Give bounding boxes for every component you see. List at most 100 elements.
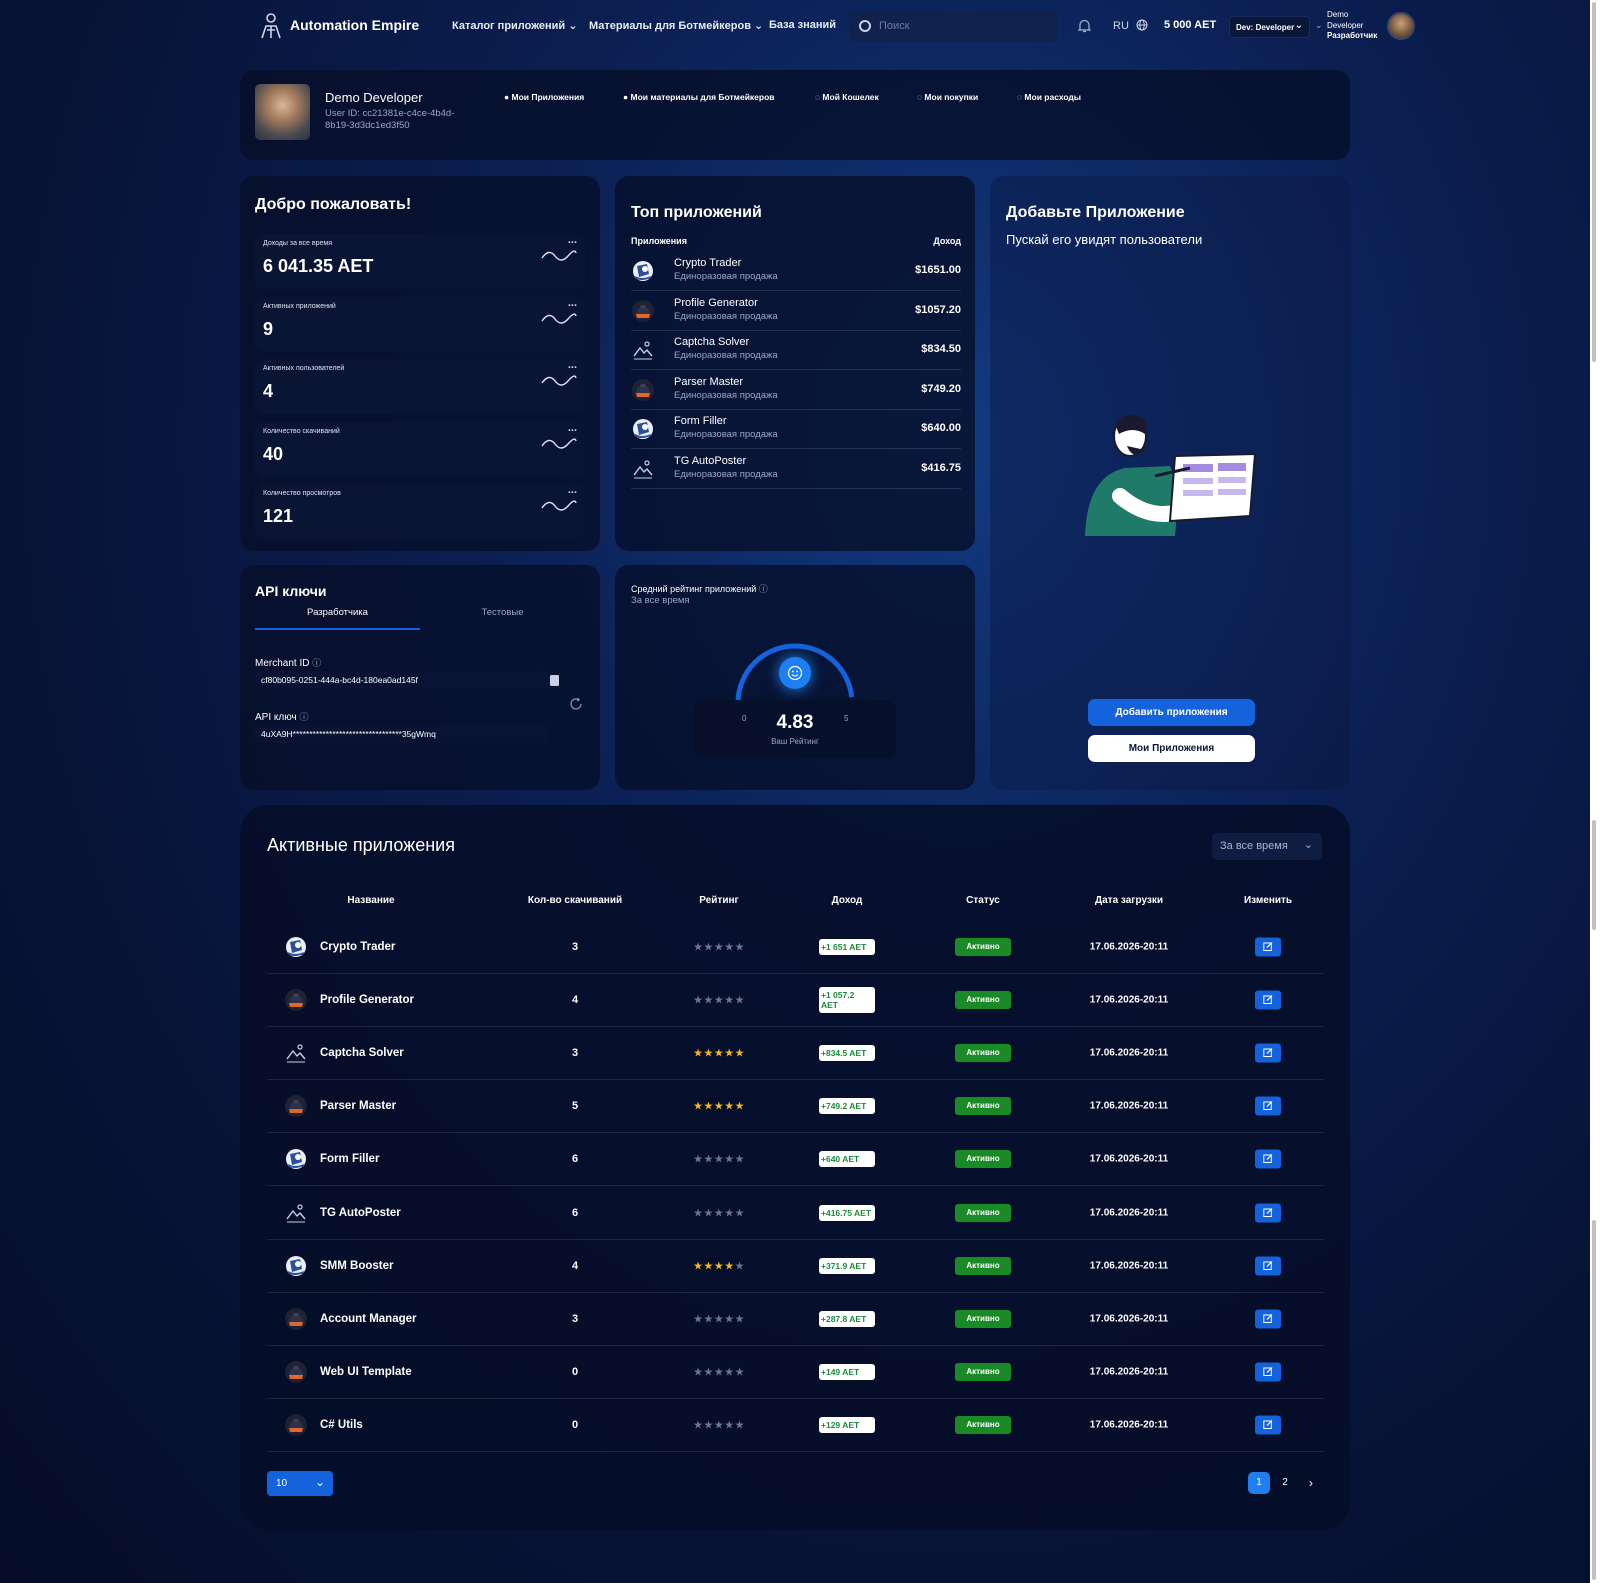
dev-mode-select[interactable]: Dev: Developer ⌄ [1229,16,1310,38]
edit-button[interactable] [1255,1096,1281,1116]
top-apps-panel: Топ приложений Приложения Доход Crypto T… [615,176,975,551]
table-row[interactable]: SMM Booster 4 ★★★★★ +371.9 AET Активно 17.06.… [267,1240,1324,1293]
merchant-id-field[interactable]: cf80b095-0251-444a-bc4d-180ea0ad145f [255,671,550,689]
copy-icon[interactable] [549,674,560,687]
top-app-income: $749.20 [921,382,961,395]
chevron-down-icon[interactable]: ⌄ [1315,20,1323,31]
stat-label: Количество просмотров [263,490,341,497]
next-page-icon[interactable]: › [1304,1472,1318,1494]
income-badge: +834.5 AET [819,1045,875,1062]
download-count: 3 [571,941,579,953]
edit-icon [1263,1048,1273,1058]
top-app-row[interactable]: Profile Generator Единоразовая продажа $10… [631,292,961,331]
top-app-row[interactable]: TG AutoPoster Единоразовая продажа $416.75 [631,450,961,489]
status-badge: Активно [955,938,1011,956]
edit-button[interactable] [1255,990,1281,1010]
app-name: Web UI Template [320,1365,412,1378]
scrollbar[interactable] [1590,0,1600,1583]
status-badge: Активно [955,1309,1011,1328]
brand-name[interactable]: Automation Empire [290,17,419,33]
user-menu[interactable]: Demo Developer Разработчик [1327,10,1377,42]
table-row[interactable]: Web UI Template 0 ★★★★★ +149 AET Активно 17.0… [267,1346,1324,1399]
add-app-button[interactable]: Добавить приложения [1088,699,1255,726]
stat-label: Активных пользователей [263,365,345,372]
table-row[interactable]: Account Manager 3 ★★★★★ +287.8 AET Активно 17… [267,1293,1324,1346]
edit-button[interactable] [1255,1256,1281,1276]
more-options-icon[interactable]: ... [568,484,577,496]
my-apps-button[interactable]: Мои Приложения [1088,735,1255,762]
edit-button[interactable] [1255,1415,1281,1435]
stat-card: Количество просмотров 121... [255,484,585,539]
edit-button[interactable] [1255,1043,1281,1063]
api-keys-panel: API ключи Разработчика Тестовые Merchant… [240,565,600,790]
search-icon [859,20,871,32]
more-options-icon[interactable]: ... [568,297,577,309]
tab-my-purchases[interactable]: ◌ Мои покупки [917,92,978,102]
page-size-select[interactable]: 10 ⌄ [267,1471,333,1496]
tab-test[interactable]: Тестовые [420,607,585,630]
upload-date: 17.06.2026-20:11 [1089,1100,1169,1112]
status-badge: Активно [955,1044,1011,1063]
api-key-field[interactable]: 4uXA9H*********************************3… [255,725,550,743]
income-badge: +129 AET [819,1416,875,1433]
upload-date: 17.06.2026-20:11 [1089,1207,1169,1218]
page-button-2[interactable]: 2 [1277,1472,1293,1494]
income-badge: +640 AET [819,1151,875,1168]
top-app-type: Единоразовая продажа [674,389,778,401]
table-row[interactable]: TG AutoPoster 6 ★★★★★ +416.75 AET Активно 17.… [267,1187,1324,1240]
top-app-row[interactable]: Parser Master Единоразовая продажа $749.20 [631,371,961,410]
table-row[interactable]: Parser Master 5 ★★★★★ +749.2 AET Активно 17.0… [267,1080,1324,1134]
tab-my-expenses[interactable]: ◌ Мои расходы [1017,92,1081,102]
nav-materials[interactable]: Материалы для Ботмейкеров ⌄ [589,19,763,32]
table-row[interactable]: Captcha Solver 3 ★★★★★ +834.5 AET Активно 17.… [267,1027,1324,1081]
bell-icon[interactable] [1078,19,1091,33]
top-app-income: $834.50 [921,343,961,355]
stat-value: 6 041.35 AET [263,256,374,276]
more-options-icon[interactable]: ... [568,234,577,246]
top-app-row[interactable]: Captcha Solver Единоразовая продажа $834.5… [631,331,961,370]
table-row[interactable]: Profile Generator 4 ★★★★★ +1 057.2 AET Актив… [267,974,1324,1028]
download-count: 3 [571,1047,579,1060]
edit-button[interactable] [1255,937,1281,957]
refresh-icon[interactable] [569,697,583,711]
edit-button[interactable] [1255,1309,1281,1329]
tab-my-wallet[interactable]: ◌ Мой Кошелек [815,92,879,102]
stat-card: Доходы за все время 6 041.35 AET... [255,234,585,289]
profile-photo [255,84,310,140]
logo-icon[interactable] [258,12,284,40]
star-rating: ★★★★★ [693,1313,745,1326]
app-name: Form Filler [320,1153,380,1166]
top-app-row[interactable]: Form Filler Единоразовая продажа $640.00 [631,410,961,449]
nav-knowledge-base[interactable]: База знаний [769,19,836,31]
rating-panel: Средний рейтинг приложений ⓘ За все врем… [615,565,975,790]
search-input[interactable]: Поиск [849,12,1057,42]
user-id: User ID: cc21381e-c4ce-4b4d- 8b19-3d3dc1… [325,108,455,131]
edit-button[interactable] [1255,1362,1281,1382]
tab-my-apps[interactable]: ● Мои Приложения [504,92,584,102]
table-row[interactable]: C# Utils 0 ★★★★★ +129 AET Активно 17.06.2026-… [267,1399,1324,1452]
avatar[interactable] [1387,12,1415,40]
add-app-panel: Добавьте Приложение Пускай его увидят по… [990,176,1350,790]
edit-button[interactable] [1255,1149,1281,1169]
tab-my-materials[interactable]: ● Мои материалы для Ботмейкеров [623,92,775,102]
income-badge: +749.2 AET [819,1098,875,1115]
more-options-icon[interactable]: ... [568,422,577,434]
edit-button[interactable] [1255,1203,1281,1222]
nav-catalog[interactable]: Каталог приложений ⌄ [452,19,577,32]
table-row[interactable]: Form Filler 6 ★★★★★ +640 AET Активно 17.06.20… [267,1133,1324,1187]
edit-icon [1263,1101,1273,1111]
language-selector[interactable]: RU [1113,19,1148,32]
tab-developer[interactable]: Разработчика [255,607,420,630]
help-icon: ⓘ [758,584,768,594]
period-select[interactable]: За все время ⌄ [1212,833,1322,860]
more-options-icon[interactable]: ... [568,359,577,371]
top-app-row[interactable]: Crypto Trader Единоразовая продажа $1651.0… [631,252,961,291]
page-button-1[interactable]: 1 [1248,1472,1270,1494]
app-name: Parser Master [320,1100,397,1113]
rating-value: 4.83 [776,712,814,733]
edit-icon [1263,1207,1273,1217]
table-row[interactable]: Crypto Trader 3 ★★★★★ +1 651 AET Активно 17.0… [267,921,1324,974]
upload-date: 17.06.2026-20:11 [1089,1047,1169,1059]
star-rating: ★★★★★ [693,1153,745,1166]
download-count: 6 [571,1206,579,1219]
